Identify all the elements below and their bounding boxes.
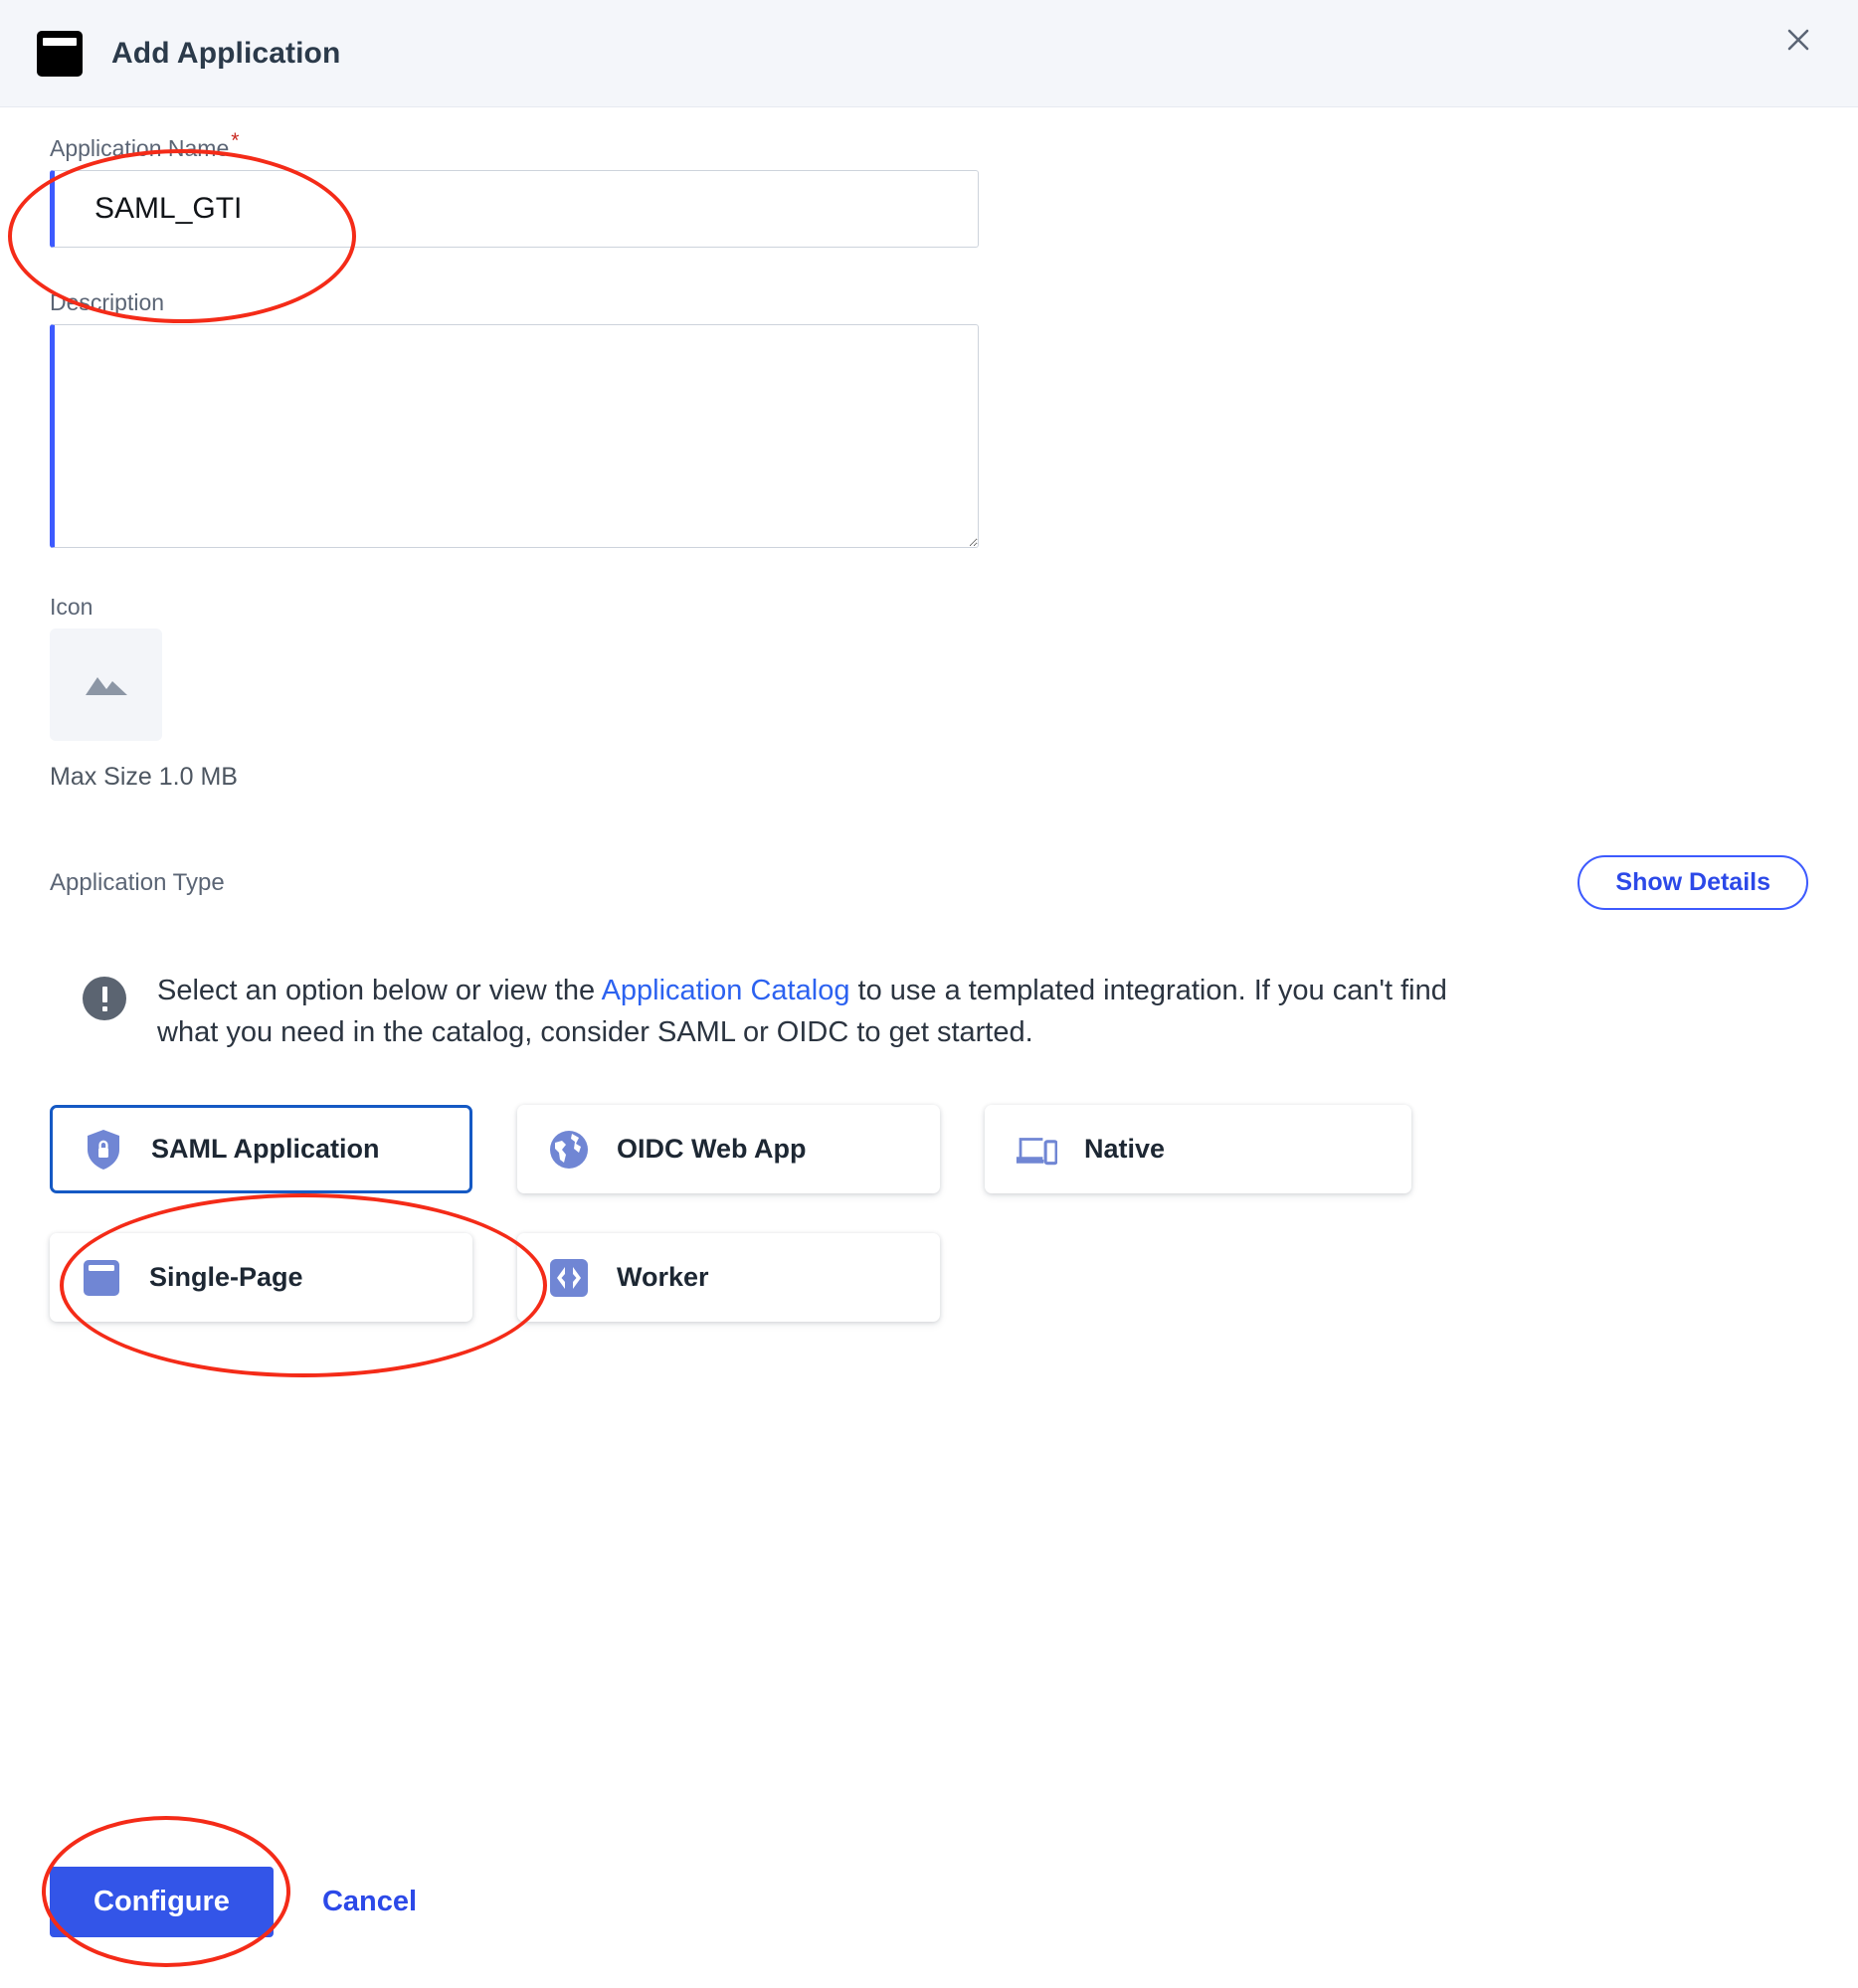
card-worker[interactable]: Worker bbox=[517, 1233, 940, 1323]
application-name-input[interactable] bbox=[50, 170, 979, 248]
card-oidc-web-app[interactable]: OIDC Web App bbox=[517, 1105, 940, 1194]
max-size-text: Max Size 1.0 MB bbox=[50, 763, 238, 791]
modal-header: Add Application bbox=[0, 0, 1858, 107]
close-icon[interactable] bbox=[1776, 18, 1820, 62]
application-catalog-link[interactable]: Application Catalog bbox=[602, 975, 850, 1006]
info-banner-text: Select an option below or view the Appli… bbox=[157, 970, 1500, 1053]
icon-field-group: Icon Max Size 1.0 MB bbox=[50, 594, 1808, 792]
modal-footer: Configure Cancel bbox=[50, 1867, 423, 1937]
application-type-card-grid: SAML Application OIDC Web App Native Sin… bbox=[50, 1105, 1412, 1323]
application-name-label: Application Name* bbox=[50, 130, 1808, 162]
configure-button[interactable]: Configure bbox=[50, 1867, 274, 1937]
cancel-button[interactable]: Cancel bbox=[316, 1885, 423, 1919]
card-label: SAML Application bbox=[151, 1134, 380, 1165]
required-asterisk: * bbox=[231, 129, 240, 153]
description-field-group: Description bbox=[50, 289, 1808, 548]
card-label: Single-Page bbox=[149, 1262, 303, 1293]
card-label: OIDC Web App bbox=[617, 1134, 807, 1165]
browser-window-icon bbox=[81, 1257, 122, 1299]
description-textarea[interactable] bbox=[50, 324, 979, 548]
icon-upload-box[interactable] bbox=[50, 629, 162, 741]
application-name-label-text: Application Name bbox=[50, 135, 230, 161]
globe-icon bbox=[548, 1129, 590, 1171]
page-title: Add Application bbox=[111, 36, 341, 70]
card-label: Native bbox=[1084, 1134, 1166, 1165]
window-icon bbox=[37, 30, 83, 77]
card-saml-application[interactable]: SAML Application bbox=[50, 1105, 472, 1194]
shield-lock-icon bbox=[83, 1129, 124, 1171]
card-native[interactable]: Native bbox=[985, 1105, 1411, 1194]
application-name-field-group: Application Name* bbox=[50, 107, 1808, 248]
application-type-label: Application Type bbox=[50, 868, 225, 896]
info-text-before-link: Select an option below or view the bbox=[157, 975, 602, 1006]
card-label: Worker bbox=[617, 1262, 709, 1293]
description-label: Description bbox=[50, 289, 165, 315]
laptop-phone-icon bbox=[1016, 1129, 1057, 1171]
image-placeholder-icon bbox=[84, 663, 129, 706]
code-brackets-icon bbox=[548, 1257, 590, 1299]
modal-body: Application Name* Description Icon Max S… bbox=[0, 107, 1858, 1323]
application-type-row: Application Type Show Details bbox=[50, 855, 1808, 910]
exclamation-circle-icon bbox=[83, 977, 126, 1020]
show-details-button[interactable]: Show Details bbox=[1578, 855, 1808, 910]
info-banner: Select an option below or view the Appli… bbox=[50, 970, 1808, 1053]
icon-label: Icon bbox=[50, 594, 93, 620]
card-single-page[interactable]: Single-Page bbox=[50, 1233, 472, 1323]
